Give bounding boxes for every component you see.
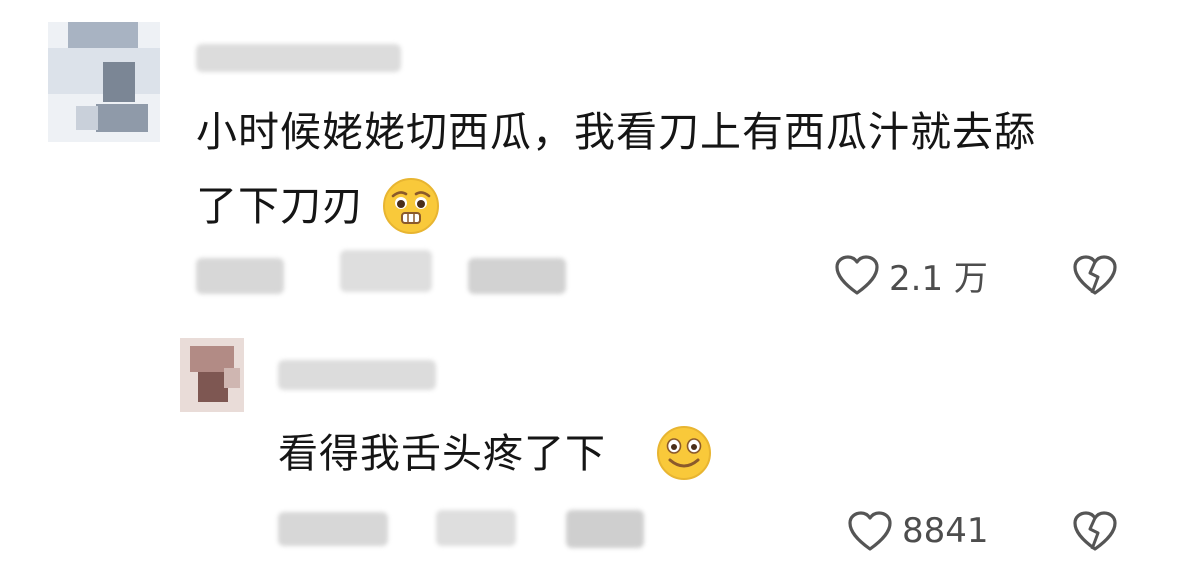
heart-outline-icon bbox=[833, 253, 881, 297]
meta-blurred bbox=[340, 250, 432, 292]
comment-text-line: 小时候姥姥切西瓜，我看刀上有西瓜汁就去舔 bbox=[196, 108, 1036, 156]
broken-heart-outline-icon bbox=[1071, 253, 1119, 297]
avatar-blurred[interactable] bbox=[48, 22, 160, 142]
dislike-button[interactable] bbox=[1071, 252, 1119, 298]
reply-button-blurred[interactable] bbox=[566, 510, 644, 548]
like-button[interactable]: 8841 bbox=[846, 506, 989, 556]
smiling-face-emoji bbox=[654, 424, 714, 482]
reply-text: 看得我舌头疼了下 bbox=[278, 431, 606, 477]
like-count: 2.1 万 bbox=[889, 258, 988, 299]
dislike-button[interactable] bbox=[1071, 508, 1119, 554]
comment-text-line: 了下刀刃 bbox=[196, 182, 364, 230]
meta-blurred bbox=[278, 512, 388, 546]
meta-blurred bbox=[436, 510, 516, 546]
username-blurred[interactable] bbox=[278, 360, 436, 390]
worried-face-emoji bbox=[378, 176, 444, 236]
like-button[interactable]: 2.1 万 bbox=[833, 250, 988, 300]
like-count: 8841 bbox=[902, 511, 989, 551]
avatar-blurred[interactable] bbox=[180, 338, 244, 412]
reply-button-blurred[interactable] bbox=[468, 258, 566, 294]
heart-outline-icon bbox=[846, 509, 894, 553]
meta-blurred bbox=[196, 258, 284, 294]
username-blurred[interactable] bbox=[196, 44, 401, 72]
broken-heart-outline-icon bbox=[1071, 509, 1119, 553]
